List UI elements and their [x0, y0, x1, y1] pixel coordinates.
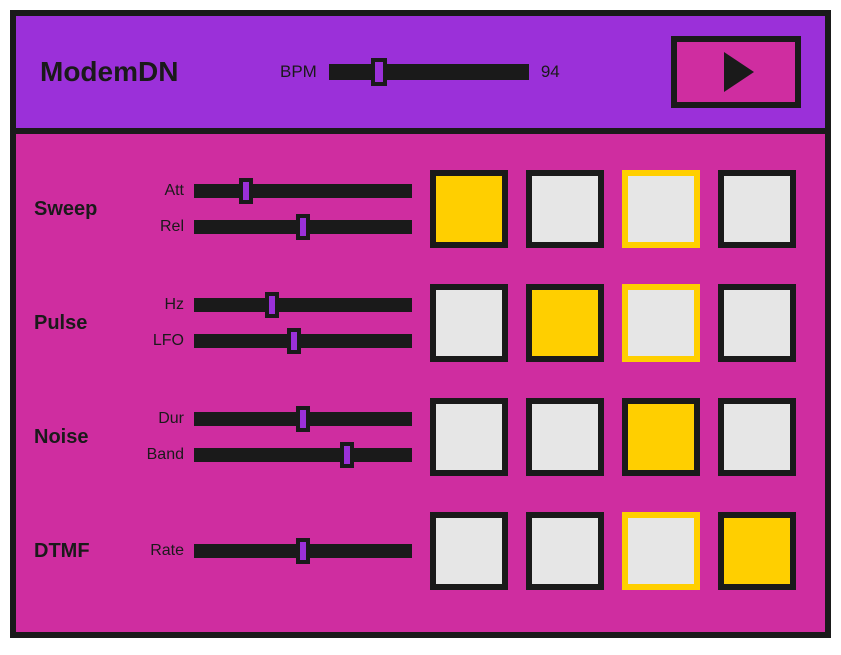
- control-label: Band: [132, 446, 184, 464]
- track-name: Noise: [34, 426, 114, 449]
- play-button[interactable]: [671, 36, 801, 108]
- control-label: Att: [132, 182, 184, 200]
- control-row: Dur: [132, 410, 412, 428]
- param-slider[interactable]: [194, 412, 412, 426]
- param-slider-thumb[interactable]: [287, 328, 301, 354]
- bpm-control: BPM 94: [280, 62, 651, 82]
- control-label: LFO: [132, 332, 184, 350]
- track-row: Noise Dur Band: [34, 380, 807, 494]
- tracks-container: Sweep Att Rel Pulse Hz LFO Noise Dur Band DTMF Rat…: [16, 134, 825, 632]
- track-row: DTMF Rate: [34, 494, 807, 608]
- step-cell[interactable]: [622, 398, 700, 476]
- step-cell[interactable]: [526, 284, 604, 362]
- param-slider-thumb[interactable]: [340, 442, 354, 468]
- track-name: Pulse: [34, 312, 114, 335]
- control-row: Hz: [132, 296, 412, 314]
- param-slider-thumb[interactable]: [296, 214, 310, 240]
- control-label: Rate: [132, 542, 184, 560]
- step-row: [430, 284, 807, 362]
- play-icon: [724, 52, 754, 92]
- control-row: Att: [132, 182, 412, 200]
- header: ModemDN BPM 94: [16, 16, 825, 134]
- param-slider-thumb[interactable]: [296, 538, 310, 564]
- step-cell[interactable]: [718, 512, 796, 590]
- step-cell[interactable]: [430, 170, 508, 248]
- control-label: Hz: [132, 296, 184, 314]
- control-label: Rel: [132, 218, 184, 236]
- track-controls: Rate: [132, 542, 412, 560]
- step-cell[interactable]: [430, 398, 508, 476]
- param-slider-thumb[interactable]: [239, 178, 253, 204]
- step-cell[interactable]: [526, 512, 604, 590]
- param-slider[interactable]: [194, 298, 412, 312]
- track-controls: Dur Band: [132, 410, 412, 464]
- step-cell[interactable]: [430, 284, 508, 362]
- step-cell[interactable]: [526, 398, 604, 476]
- track-name: DTMF: [34, 540, 114, 563]
- bpm-slider[interactable]: [329, 64, 529, 80]
- step-cell[interactable]: [526, 170, 604, 248]
- control-row: Rate: [132, 542, 412, 560]
- param-slider[interactable]: [194, 544, 412, 558]
- control-label: Dur: [132, 410, 184, 428]
- step-row: [430, 512, 807, 590]
- track-row: Pulse Hz LFO: [34, 266, 807, 380]
- step-cell[interactable]: [718, 398, 796, 476]
- track-row: Sweep Att Rel: [34, 152, 807, 266]
- step-cell[interactable]: [430, 512, 508, 590]
- control-row: Rel: [132, 218, 412, 236]
- step-cell[interactable]: [718, 284, 796, 362]
- step-cell[interactable]: [622, 170, 700, 248]
- param-slider[interactable]: [194, 220, 412, 234]
- track-controls: Hz LFO: [132, 296, 412, 350]
- param-slider[interactable]: [194, 334, 412, 348]
- track-name: Sweep: [34, 198, 114, 221]
- param-slider-thumb[interactable]: [265, 292, 279, 318]
- sequencer-panel: ModemDN BPM 94 Sweep Att Rel Pulse Hz LFO Nois…: [10, 10, 831, 638]
- step-cell[interactable]: [622, 284, 700, 362]
- step-row: [430, 398, 807, 476]
- bpm-value: 94: [541, 62, 560, 82]
- app-title: ModemDN: [40, 56, 260, 88]
- bpm-slider-thumb[interactable]: [371, 58, 387, 86]
- step-cell[interactable]: [622, 512, 700, 590]
- step-row: [430, 170, 807, 248]
- control-row: LFO: [132, 332, 412, 350]
- param-slider[interactable]: [194, 448, 412, 462]
- param-slider-thumb[interactable]: [296, 406, 310, 432]
- control-row: Band: [132, 446, 412, 464]
- track-controls: Att Rel: [132, 182, 412, 236]
- bpm-label: BPM: [280, 62, 317, 82]
- param-slider[interactable]: [194, 184, 412, 198]
- step-cell[interactable]: [718, 170, 796, 248]
